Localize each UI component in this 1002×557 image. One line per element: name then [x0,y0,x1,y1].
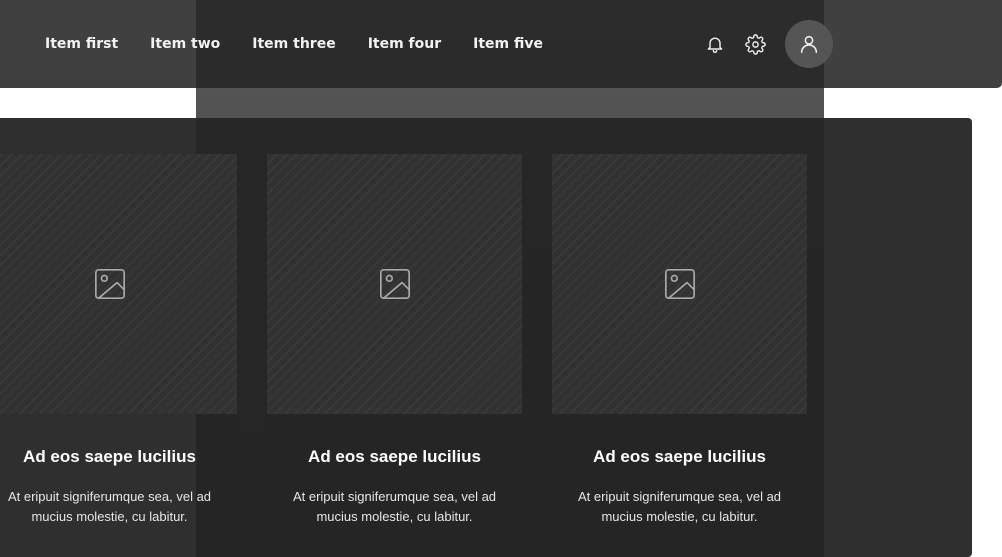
image-placeholder-icon [379,268,410,300]
nav-links: Item first Item two Item three Item four… [45,0,543,88]
card-2[interactable]: Ad eos saepe lucilius At eripuit signife… [267,118,522,557]
settings-button[interactable] [743,32,767,56]
image-placeholder-icon [664,268,695,300]
card-image-placeholder [552,154,807,414]
user-icon [800,35,818,54]
bell-icon [707,37,723,53]
card-description: At eripuit signiferumque sea, vel ad muc… [0,487,257,527]
card-description-line: mucius molestie, cu labitur. [316,509,473,524]
notifications-button[interactable] [703,32,727,56]
card-description-line: mucius molestie, cu labitur. [601,509,758,524]
top-navbar: Item first Item two Item three Item four… [0,0,1002,88]
gear-icon [744,33,766,55]
card-title: Ad eos saepe lucilius [593,447,766,466]
card-1[interactable]: Ad eos saepe lucilius At eripuit signife… [0,118,237,557]
card-description-line: At eripuit signiferumque sea, vel ad [577,489,782,504]
image-placeholder-icon [94,268,125,300]
nav-item-five[interactable]: Item five [473,36,543,52]
nav-item-three[interactable]: Item three [252,36,335,52]
card-description-line: mucius molestie, cu labitur. [31,509,188,524]
card-description: At eripuit signiferumque sea, vel ad muc… [532,487,827,527]
profile-avatar-button[interactable] [785,20,833,68]
card-description: At eripuit signiferumque sea, vel ad muc… [247,487,542,527]
card-description-line: At eripuit signiferumque sea, vel ad [7,489,212,504]
card-3[interactable]: Ad eos saepe lucilius At eripuit signife… [552,118,807,557]
nav-item-four[interactable]: Item four [368,36,441,52]
card-title: Ad eos saepe lucilius [23,447,196,466]
nav-actions [703,20,833,68]
card-image-placeholder [267,154,522,414]
card-image-placeholder [0,154,237,414]
nav-item-first[interactable]: Item first [45,36,118,52]
card-description-line: At eripuit signiferumque sea, vel ad [292,489,497,504]
card-title: Ad eos saepe lucilius [308,447,481,466]
nav-item-two[interactable]: Item two [150,36,220,52]
cards-panel: Ad eos saepe lucilius At eripuit signife… [0,118,972,557]
